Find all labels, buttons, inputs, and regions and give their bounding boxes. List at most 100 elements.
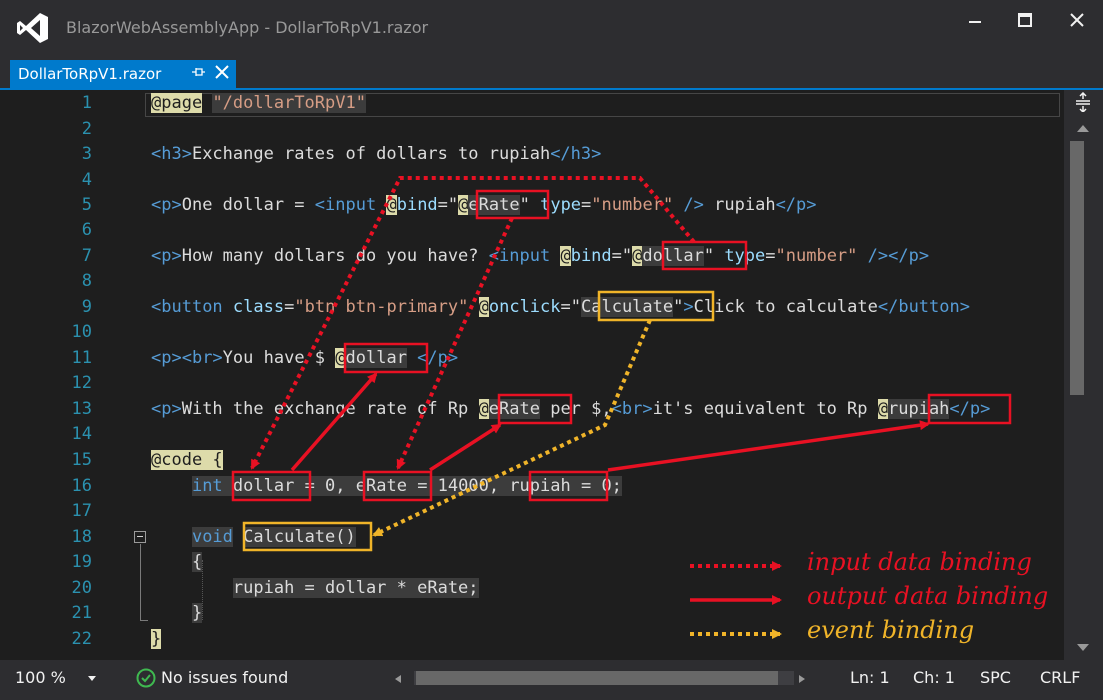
initializer: = 0; bbox=[570, 476, 622, 496]
chevron-down-icon[interactable] bbox=[87, 674, 97, 682]
razor-at: @ bbox=[386, 195, 397, 215]
legend-input-label: input data binding bbox=[807, 548, 1032, 576]
line-number: 9 bbox=[81, 297, 92, 317]
line-number: 2 bbox=[81, 119, 92, 139]
text: rupiah bbox=[703, 195, 776, 215]
issues-status[interactable]: No issues found bbox=[161, 668, 288, 687]
brace: { bbox=[191, 552, 203, 572]
quote: " bbox=[519, 195, 530, 215]
line-number: 1 bbox=[81, 93, 92, 113]
code-line-21: } bbox=[151, 603, 203, 623]
scroll-down-icon[interactable] bbox=[1075, 642, 1091, 654]
p-tag: <p> bbox=[151, 348, 182, 368]
title-bar: BlazorWebAssemblyApp - DollarToRpV1.razo… bbox=[0, 0, 1103, 58]
legend-event-label: event binding bbox=[807, 616, 975, 644]
line-number: 19 bbox=[71, 552, 92, 572]
line-number: 3 bbox=[81, 144, 92, 164]
razor-page-directive: @page bbox=[151, 93, 203, 113]
maximize-icon[interactable] bbox=[1007, 10, 1043, 32]
code-line-9: <button class="btn btn-primary" @onclick… bbox=[151, 297, 970, 317]
line-number: 13 bbox=[71, 399, 92, 419]
button-text: Click to calculate bbox=[693, 297, 878, 317]
legend-output-label: output data binding bbox=[807, 582, 1049, 610]
collapse-icon[interactable] bbox=[134, 531, 146, 543]
code-line-18: void Calculate() bbox=[151, 527, 356, 547]
code-line-7: <p>How many dollars do you have? <input … bbox=[151, 246, 930, 266]
lt: < bbox=[151, 297, 162, 317]
pin-icon[interactable] bbox=[190, 64, 206, 80]
lt: < bbox=[488, 246, 500, 266]
type-value: "number" bbox=[775, 246, 858, 266]
line-number: 21 bbox=[71, 603, 92, 623]
line-number: 20 bbox=[71, 578, 92, 598]
line-ending-status[interactable]: CRLF bbox=[1040, 668, 1080, 687]
eq: =" bbox=[437, 195, 459, 215]
line-number: 16 bbox=[71, 476, 92, 496]
p-tag: <p> bbox=[151, 399, 182, 419]
int-keyword: int bbox=[191, 476, 223, 496]
razor-at: @ bbox=[478, 399, 489, 419]
quote: " bbox=[703, 246, 715, 266]
tab-close-icon[interactable] bbox=[214, 64, 230, 80]
class-value: "btn btn-primary" bbox=[294, 297, 469, 317]
minimize-icon[interactable] bbox=[957, 10, 993, 32]
line-number: 14 bbox=[71, 424, 92, 444]
text: How many dollars do you have? bbox=[181, 246, 489, 266]
code-line-1: @page "/dollarToRpV1" bbox=[151, 93, 366, 113]
scroll-right-icon[interactable] bbox=[797, 674, 807, 684]
route-string: "/dollarToRpV1" bbox=[212, 93, 366, 113]
fold-guide bbox=[140, 544, 141, 620]
text: With the exchange rate of Rp bbox=[181, 399, 479, 419]
line-number: 4 bbox=[81, 170, 92, 190]
text: You have $ bbox=[222, 348, 336, 368]
eq: =" bbox=[611, 246, 633, 266]
column-status[interactable]: Ch: 1 bbox=[913, 668, 955, 687]
erate-ref: eRate bbox=[468, 195, 520, 215]
line-number: 15 bbox=[71, 450, 92, 470]
status-bar: 100 % No issues found Ln: 1 Ch: 1 SPC CR… bbox=[0, 660, 1103, 700]
self-close: /> bbox=[857, 246, 889, 266]
brace: } bbox=[151, 629, 162, 649]
class-attr: class bbox=[232, 297, 285, 317]
razor-at: @ bbox=[560, 246, 571, 266]
split-icon[interactable] bbox=[1073, 92, 1093, 112]
whitespace-status[interactable]: SPC bbox=[980, 668, 1011, 687]
p-tag: <p> bbox=[151, 246, 182, 266]
razor-at: @ bbox=[458, 195, 469, 215]
zoom-level[interactable]: 100 % bbox=[15, 668, 66, 687]
brace: } bbox=[191, 603, 203, 623]
bind-attr: bind bbox=[396, 195, 438, 215]
scroll-thumb[interactable] bbox=[1070, 141, 1084, 395]
erate-field: eRate bbox=[355, 476, 407, 496]
onclick-attr: onclick bbox=[488, 297, 561, 317]
line-number: 22 bbox=[71, 629, 92, 649]
calculate-ref: Calculate bbox=[581, 297, 674, 317]
erate-output: eRate bbox=[488, 399, 540, 419]
close-icon[interactable] bbox=[1059, 10, 1095, 32]
fold-guide-end bbox=[140, 620, 148, 621]
dollar-field: dollar bbox=[232, 476, 295, 496]
calc-statement: rupiah = dollar * eRate; bbox=[232, 578, 479, 598]
razor-at: @ bbox=[877, 399, 888, 419]
vertical-scrollbar[interactable] bbox=[1064, 90, 1103, 660]
initializer: = 14000, bbox=[406, 476, 510, 496]
scroll-up-icon[interactable] bbox=[1075, 122, 1091, 134]
horizontal-scroll-thumb[interactable] bbox=[416, 671, 778, 685]
type-attr: type bbox=[540, 195, 582, 215]
p-close-tag: </p> bbox=[888, 246, 930, 266]
rupiah-field: rupiah bbox=[509, 476, 571, 496]
tab-label: DollarToRpV1.razor bbox=[18, 65, 162, 83]
line-number-status[interactable]: Ln: 1 bbox=[850, 668, 890, 687]
code-line-20: rupiah = dollar * eRate; bbox=[151, 578, 479, 598]
line-number: 7 bbox=[81, 246, 92, 266]
bind-attr: bind bbox=[570, 246, 612, 266]
p-tag: <p> bbox=[151, 195, 182, 215]
gt: > bbox=[683, 297, 694, 317]
razor-at: @ bbox=[478, 297, 489, 317]
code-line-13: <p>With the exchange rate of Rp @eRate p… bbox=[151, 399, 990, 419]
rupiah-output: rupiah bbox=[888, 399, 950, 419]
dollar-ref: dollar bbox=[642, 246, 704, 266]
scroll-left-icon[interactable] bbox=[393, 674, 403, 684]
code-line-15: @code { bbox=[151, 450, 223, 470]
tab-dollartorpv1-razor[interactable]: DollarToRpV1.razor bbox=[10, 60, 236, 88]
